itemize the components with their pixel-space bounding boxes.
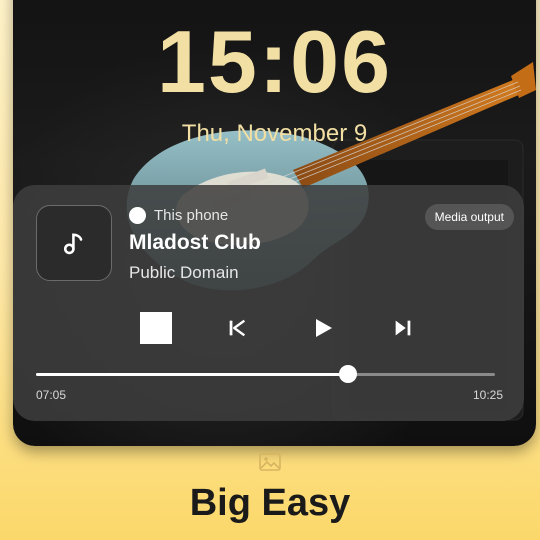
album-art[interactable] xyxy=(36,205,112,281)
seek-bar[interactable] xyxy=(36,365,495,383)
date-label: Thu, November 9 xyxy=(181,120,368,147)
source-label: This phone xyxy=(154,207,229,224)
media-output-button[interactable]: Media output xyxy=(424,204,514,230)
artist-label: Public Domain xyxy=(129,263,239,282)
media-source: This phone xyxy=(129,207,228,224)
next-button[interactable] xyxy=(386,311,420,345)
elapsed-time: 07:05 xyxy=(36,388,67,402)
previous-button[interactable] xyxy=(220,311,254,345)
theme-name: Big Easy xyxy=(189,482,351,524)
music-note-icon xyxy=(63,233,83,255)
playback-controls xyxy=(139,311,411,345)
media-player-card: This phone Media output Mladost Club Pub… xyxy=(13,185,524,421)
stop-button[interactable] xyxy=(139,311,173,345)
play-button[interactable] xyxy=(306,311,340,345)
stop-icon xyxy=(140,312,172,344)
lockscreen-preview: 15:06 Thu, November 9 This phone Media o… xyxy=(13,0,536,446)
skip-next-icon xyxy=(395,320,411,336)
total-time: 10:25 xyxy=(472,388,503,402)
image-icon[interactable] xyxy=(258,450,282,474)
skip-previous-icon xyxy=(229,319,246,337)
clock: 15:06 xyxy=(156,12,393,111)
source-dot-icon xyxy=(129,207,146,224)
play-icon xyxy=(316,319,332,337)
seek-progress xyxy=(36,373,349,376)
seek-thumb[interactable] xyxy=(339,365,358,383)
track-title: Mladost Club xyxy=(129,231,261,254)
